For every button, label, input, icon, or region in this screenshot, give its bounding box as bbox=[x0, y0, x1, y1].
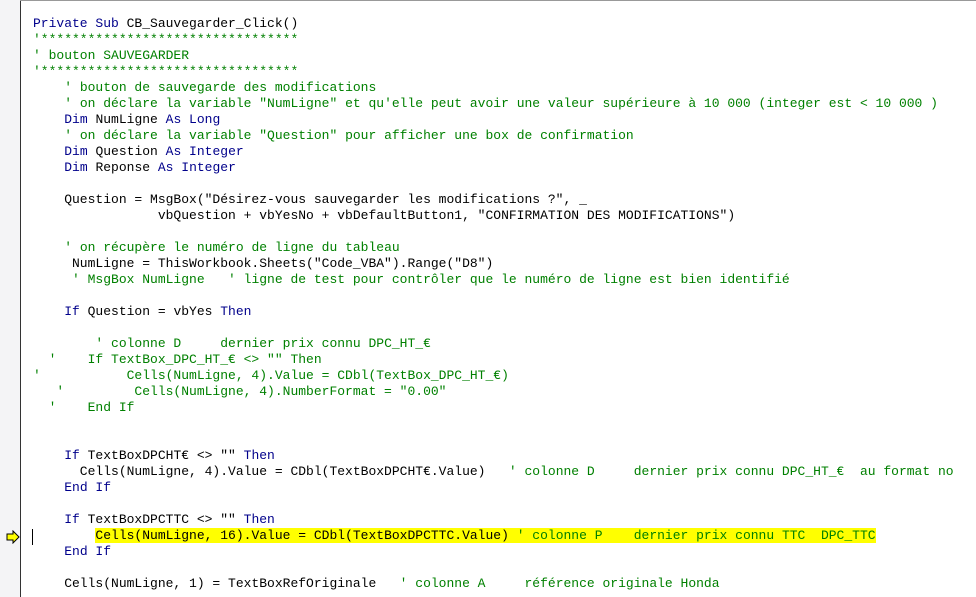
code-text: vbQuestion + vbYesNo + vbDefaultButton1,… bbox=[33, 208, 736, 223]
code-text: Cells(NumLigne, 4).Value = CDbl(TextBoxD… bbox=[33, 464, 509, 479]
code-text: TextBoxDPCHT€ <> "" bbox=[87, 448, 244, 463]
code-line[interactable]: If TextBoxDPCTTC <> "" Then bbox=[33, 512, 976, 528]
comment: ' colonne P dernier prix connu TTC DPC_T… bbox=[516, 528, 876, 543]
comment: ' on déclare la variable "NumLigne" et q… bbox=[64, 96, 938, 111]
keyword: Then bbox=[243, 512, 275, 527]
code-text: NumLigne bbox=[95, 112, 166, 127]
divider bbox=[20, 0, 976, 1]
keyword: Dim bbox=[64, 112, 96, 127]
code-line[interactable] bbox=[33, 288, 976, 304]
code-line[interactable] bbox=[33, 496, 976, 512]
comment: '********************************* bbox=[33, 32, 299, 47]
code-line[interactable]: End If bbox=[33, 480, 976, 496]
comment: ' colonne A référence originale Honda bbox=[399, 576, 720, 591]
code-line[interactable] bbox=[33, 320, 976, 336]
comment: ' If TextBox_DPC_HT_€ <> "" Then bbox=[33, 352, 322, 367]
code-line[interactable]: ' Cells(NumLigne, 4).Value = CDbl(TextBo… bbox=[33, 368, 976, 384]
code-line[interactable]: NumLigne = ThisWorkbook.Sheets("Code_VBA… bbox=[33, 256, 976, 272]
code-line[interactable]: ' on déclare la variable "NumLigne" et q… bbox=[33, 96, 976, 112]
keyword: Dim bbox=[64, 144, 96, 159]
code-line[interactable]: If TextBoxDPCHT€ <> "" Then bbox=[33, 448, 976, 464]
comment: ' on déclare la variable "Question" pour… bbox=[64, 128, 634, 143]
keyword: As Integer bbox=[165, 144, 244, 159]
code-line[interactable]: ' bouton de sauvegarde des modifications bbox=[33, 80, 976, 96]
code-line[interactable]: ' on déclare la variable "Question" pour… bbox=[33, 128, 976, 144]
keyword: Dim bbox=[64, 160, 96, 175]
code-line[interactable]: ' colonne D dernier prix connu DPC_HT_€ bbox=[33, 336, 976, 352]
margin-indicator-bar[interactable] bbox=[0, 0, 21, 597]
code-line[interactable]: End If bbox=[33, 544, 976, 560]
keyword: If bbox=[64, 512, 88, 527]
comment: ' bouton de sauvegarde des modifications bbox=[64, 80, 377, 95]
code-line[interactable] bbox=[33, 224, 976, 240]
code-line[interactable]: Dim Reponse As Integer bbox=[33, 160, 976, 176]
comment: ' MsgBox NumLigne ' ligne de test pour c… bbox=[72, 272, 790, 287]
code-line[interactable]: ' End If bbox=[33, 400, 976, 416]
code-line[interactable]: ' If TextBox_DPC_HT_€ <> "" Then bbox=[33, 352, 976, 368]
code-text: Reponse bbox=[95, 160, 158, 175]
code-text: NumLigne = ThisWorkbook.Sheets("Code_VBA… bbox=[33, 256, 494, 271]
comment: ' bouton SAUVEGARDER bbox=[33, 48, 190, 63]
code-line[interactable]: '********************************* bbox=[33, 64, 976, 80]
comment: ' End If bbox=[33, 400, 135, 415]
code-line[interactable]: If Question = vbYes Then bbox=[33, 304, 976, 320]
code-text: TextBoxDPCTTC <> "" bbox=[87, 512, 244, 527]
code-line[interactable]: vbQuestion + vbYesNo + vbDefaultButton1,… bbox=[33, 208, 976, 224]
code-line[interactable] bbox=[33, 416, 976, 432]
code-text: Question = MsgBox("Désirez-vous sauvegar… bbox=[33, 192, 587, 207]
keyword: End If bbox=[64, 480, 112, 495]
code-line[interactable]: Dim NumLigne As Long bbox=[33, 112, 976, 128]
code-line[interactable]: Question = MsgBox("Désirez-vous sauvegar… bbox=[33, 192, 976, 208]
comment: ' Cells(NumLigne, 4).NumberFormat = "0.0… bbox=[33, 384, 447, 399]
code-line[interactable]: Cells(NumLigne, 1) = TextBoxRefOriginale… bbox=[33, 576, 976, 592]
code-line[interactable] bbox=[33, 432, 976, 448]
code-line[interactable]: ' Cells(NumLigne, 4).NumberFormat = "0.0… bbox=[33, 384, 976, 400]
keyword: Then bbox=[220, 304, 252, 319]
code-text: CB_Sauvegarder_Click() bbox=[126, 16, 299, 31]
code-line[interactable]: Dim Question As Integer bbox=[33, 144, 976, 160]
code-line[interactable]: Private Sub CB_Sauvegarder_Click() bbox=[33, 16, 976, 32]
code-line[interactable]: '********************************* bbox=[33, 32, 976, 48]
code-text: Question bbox=[95, 144, 166, 159]
keyword: Private Sub bbox=[33, 16, 127, 31]
comment: ' colonne D dernier prix connu DPC_HT_€ bbox=[95, 336, 431, 351]
code-text: Cells(NumLigne, 1) = TextBoxRefOriginale bbox=[33, 576, 400, 591]
code-line[interactable]: ' on récupère le numéro de ligne du tabl… bbox=[33, 240, 976, 256]
execution-point-arrow-icon bbox=[6, 530, 20, 544]
code-line[interactable]: ' bouton SAUVEGARDER bbox=[33, 48, 976, 64]
keyword: If bbox=[64, 304, 88, 319]
code-line[interactable] bbox=[33, 560, 976, 576]
code-line[interactable] bbox=[33, 176, 976, 192]
keyword: If bbox=[64, 448, 88, 463]
keyword: Then bbox=[243, 448, 275, 463]
code-text: Question = vbYes bbox=[87, 304, 221, 319]
keyword: As Long bbox=[165, 112, 221, 127]
code-window[interactable]: Private Sub CB_Sauvegarder_Click() '*****… bbox=[33, 16, 976, 597]
code-line[interactable]: Cells(NumLigne, 4).Value = CDbl(TextBoxD… bbox=[33, 464, 976, 480]
code-line-execution[interactable]: Cells(NumLigne, 16).Value = CDbl(TextBox… bbox=[33, 528, 976, 544]
keyword: As Integer bbox=[157, 160, 236, 175]
code-line[interactable]: ' MsgBox NumLigne ' ligne de test pour c… bbox=[33, 272, 976, 288]
comment: ' Cells(NumLigne, 4).Value = CDbl(TextBo… bbox=[33, 368, 509, 383]
code-text: Cells(NumLigne, 16).Value = CDbl(TextBox… bbox=[95, 528, 517, 543]
keyword: End If bbox=[64, 544, 112, 559]
comment: '********************************* bbox=[33, 64, 299, 79]
comment: ' on récupère le numéro de ligne du tabl… bbox=[64, 240, 400, 255]
comment: ' colonne D dernier prix connu DPC_HT_€ … bbox=[508, 464, 954, 479]
